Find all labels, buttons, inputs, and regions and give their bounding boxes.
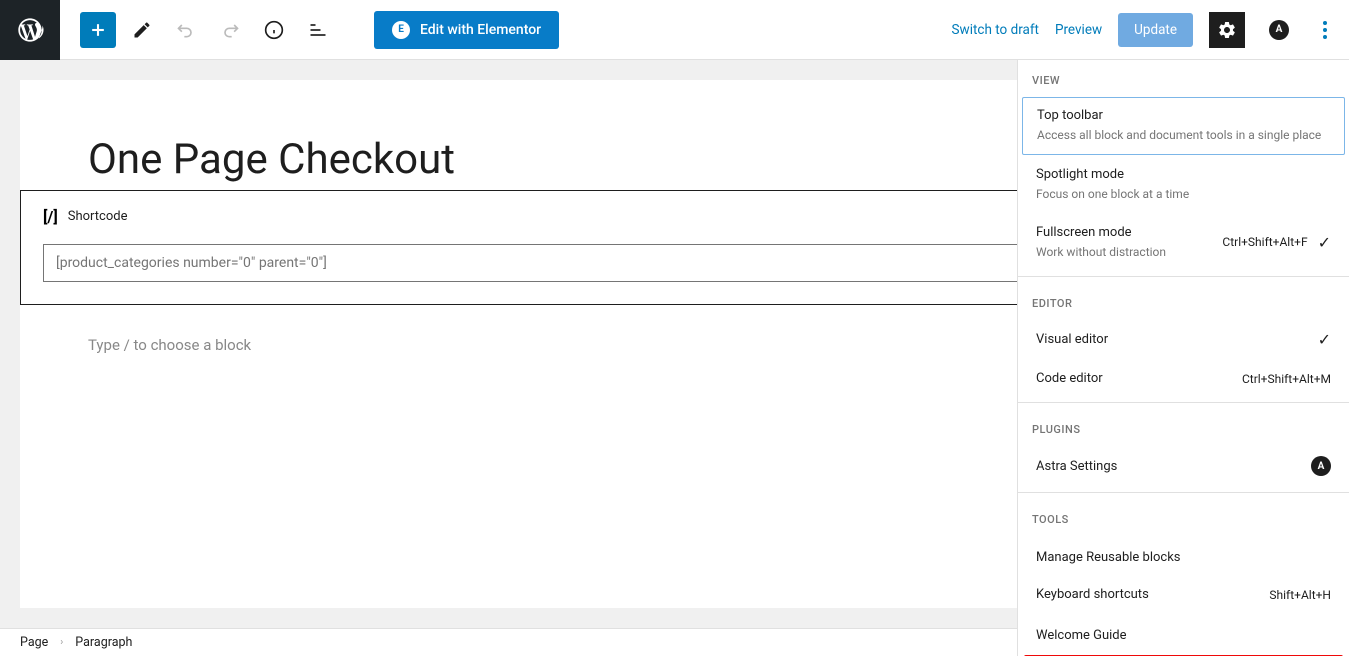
chevron-right-icon: ›	[60, 637, 63, 648]
menu-section-plugins: PLUGINS	[1018, 409, 1349, 444]
check-icon: ✓	[1318, 330, 1331, 349]
update-button[interactable]: Update	[1118, 13, 1193, 47]
menu-item-welcome-guide[interactable]: Welcome Guide	[1022, 614, 1345, 653]
shortcode-label: Shortcode	[68, 209, 128, 224]
menu-item-spotlight[interactable]: Spotlight mode Focus on one block at a t…	[1022, 157, 1345, 213]
toolbar-left-group: E Edit with Elementor	[60, 11, 559, 49]
astra-button[interactable]: A	[1261, 12, 1297, 48]
wordpress-logo[interactable]	[0, 0, 60, 60]
menu-item-top-toolbar[interactable]: Top toolbar Access all block and documen…	[1022, 97, 1345, 155]
menu-item-code-editor[interactable]: Code editor Ctrl+Shift+Alt+M	[1022, 361, 1345, 396]
menu-item-reusable-blocks[interactable]: Manage Reusable blocks	[1022, 536, 1345, 575]
menu-section-editor: EDITOR	[1018, 283, 1349, 318]
shortcode-icon: [ / ]	[43, 207, 56, 226]
menu-divider	[1018, 402, 1349, 403]
menu-item-astra-settings[interactable]: Astra Settings A	[1022, 446, 1345, 486]
options-menu: VIEW Top toolbar Access all block and do…	[1017, 60, 1349, 656]
breadcrumb-item[interactable]: Page	[20, 635, 48, 650]
redo-icon[interactable]	[212, 12, 248, 48]
switch-to-draft-link[interactable]: Switch to draft	[952, 22, 1039, 38]
preview-link[interactable]: Preview	[1055, 22, 1102, 38]
astra-icon: A	[1269, 20, 1289, 40]
placeholder-text: Type / to choose a block	[88, 336, 251, 354]
menu-item-fullscreen[interactable]: Fullscreen mode Work without distraction…	[1022, 215, 1345, 271]
elementor-label: Edit with Elementor	[420, 22, 541, 38]
edit-icon[interactable]	[124, 12, 160, 48]
menu-divider	[1018, 492, 1349, 493]
undo-icon[interactable]	[168, 12, 204, 48]
toolbar-right-group: Switch to draft Preview Update A	[952, 12, 1349, 48]
menu-divider	[1018, 276, 1349, 277]
menu-item-keyboard-shortcuts[interactable]: Keyboard shortcuts Shift+Alt+H	[1022, 577, 1345, 612]
more-options-button[interactable]	[1313, 12, 1337, 48]
outline-icon[interactable]	[300, 12, 336, 48]
menu-section-view: VIEW	[1018, 60, 1349, 95]
check-icon: ✓	[1318, 233, 1331, 252]
top-toolbar: E Edit with Elementor Switch to draft Pr…	[0, 0, 1349, 60]
settings-button[interactable]	[1209, 12, 1245, 48]
menu-item-visual-editor[interactable]: Visual editor ✓	[1022, 320, 1345, 359]
add-block-button[interactable]	[80, 12, 116, 48]
breadcrumb-item[interactable]: Paragraph	[75, 635, 132, 650]
info-icon[interactable]	[256, 12, 292, 48]
edit-with-elementor-button[interactable]: E Edit with Elementor	[374, 11, 559, 49]
menu-section-tools: TOOLS	[1018, 499, 1349, 534]
astra-icon: A	[1311, 456, 1331, 476]
elementor-icon: E	[392, 21, 410, 39]
